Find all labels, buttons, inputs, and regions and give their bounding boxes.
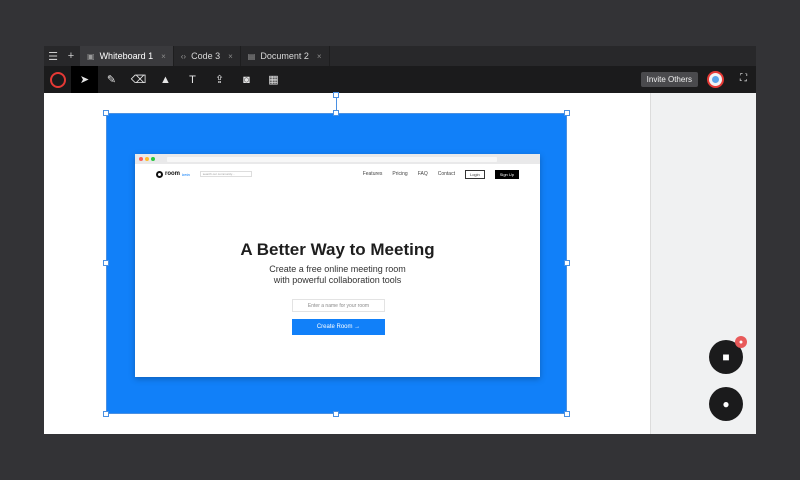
hero-title: A Better Way to Meeting xyxy=(240,240,435,259)
select-tool-icon[interactable]: ➤ xyxy=(71,66,98,93)
resize-handle-sw[interactable] xyxy=(103,411,109,417)
camera-tool-icon[interactable]: ◙ xyxy=(233,66,260,93)
text-tool-icon[interactable]: T xyxy=(179,66,206,93)
chat-button[interactable]: ● xyxy=(709,387,743,421)
site-search: search our community... xyxy=(199,171,252,177)
resize-handle-w[interactable] xyxy=(103,260,109,266)
browser-chrome xyxy=(135,154,540,164)
app-window: ☰ + ▣ Whiteboard 1 × ‹› Code 3 × ▤ Docum… xyxy=(44,46,756,434)
close-dot-icon xyxy=(139,157,143,161)
nav-pricing: Pricing xyxy=(392,171,408,177)
toolbar: ➤ ✎ ⌫ ▲ T ⇪ ◙ ▦ Invite Others ⛶ xyxy=(44,66,756,93)
fullscreen-icon[interactable]: ⛶ xyxy=(740,73,747,84)
nav-links: Features Pricing FAQ Contact Login Sign … xyxy=(362,169,519,179)
room-name-input: Enter a name for your room xyxy=(292,299,385,312)
side-panel xyxy=(650,93,756,434)
user-icon xyxy=(712,76,719,83)
hero-subtitle-line: Create a free online meeting room xyxy=(269,264,406,274)
login-button: Login xyxy=(464,169,485,179)
beta-label: beta xyxy=(182,171,190,177)
tab-bar: ☰ + ▣ Whiteboard 1 × ‹› Code 3 × ▤ Docum… xyxy=(44,46,756,66)
whiteboard-icon: ▣ xyxy=(87,51,95,61)
mic-badge-icon: ● xyxy=(735,336,747,348)
grid-tool-icon[interactable]: ▦ xyxy=(260,66,287,93)
resize-handle-n[interactable] xyxy=(333,110,339,116)
minimize-dot-icon xyxy=(145,157,149,161)
resize-handle-nw[interactable] xyxy=(103,110,109,116)
upload-tool-icon[interactable]: ⇪ xyxy=(206,66,233,93)
tab-label: Code 3 xyxy=(191,51,221,61)
site-logo: room beta xyxy=(156,170,190,178)
site-nav: room beta search our community... Featur… xyxy=(135,164,540,184)
tab-document[interactable]: ▤ Document 2 × xyxy=(241,46,330,66)
avatar[interactable] xyxy=(707,71,724,88)
record-icon xyxy=(49,71,66,88)
video-call-button[interactable]: ■ ● xyxy=(709,336,747,374)
video-icon: ■ xyxy=(722,350,730,364)
record-button[interactable] xyxy=(44,66,71,93)
tab-whiteboard[interactable]: ▣ Whiteboard 1 × xyxy=(80,46,174,66)
create-room-button: Create Room → xyxy=(292,319,385,335)
hero-subtitle: Create a free online meeting room with p… xyxy=(135,264,540,286)
nav-faq: FAQ xyxy=(417,171,428,177)
tab-label: Document 2 xyxy=(260,51,309,61)
hero-subtitle-line: with powerful collaboration tools xyxy=(273,275,402,285)
rotate-handle[interactable] xyxy=(333,92,339,98)
add-tab-icon[interactable]: + xyxy=(62,46,80,66)
eraser-tool-icon[interactable]: ⌫ xyxy=(125,66,152,93)
menu-icon[interactable]: ☰ xyxy=(44,46,62,66)
code-icon: ‹› xyxy=(180,51,187,61)
invite-others-button[interactable]: Invite Others xyxy=(640,72,698,87)
close-icon[interactable]: × xyxy=(317,52,322,61)
resize-handle-ne[interactable] xyxy=(564,110,570,116)
tab-code[interactable]: ‹› Code 3 × xyxy=(174,46,241,66)
resize-handle-e[interactable] xyxy=(564,260,570,266)
address-bar xyxy=(167,156,497,162)
maximize-dot-icon xyxy=(151,157,155,161)
close-icon[interactable]: × xyxy=(228,52,233,61)
resize-handle-s[interactable] xyxy=(333,411,339,417)
tab-label: Whiteboard 1 xyxy=(99,51,154,61)
document-icon: ▤ xyxy=(247,51,256,61)
nav-contact: Contact xyxy=(437,171,455,177)
resize-handle-se[interactable] xyxy=(564,411,570,417)
close-icon[interactable]: × xyxy=(161,52,166,61)
website-screenshot: room beta search our community... Featur… xyxy=(135,154,540,377)
logo-text: room xyxy=(165,171,180,177)
chat-icon: ● xyxy=(722,397,730,411)
nav-features: Features xyxy=(362,171,383,177)
signup-button: Sign Up xyxy=(494,169,519,179)
pen-tool-icon[interactable]: ✎ xyxy=(98,66,125,93)
shapes-tool-icon[interactable]: ▲ xyxy=(152,66,179,93)
gear-icon xyxy=(156,170,163,178)
